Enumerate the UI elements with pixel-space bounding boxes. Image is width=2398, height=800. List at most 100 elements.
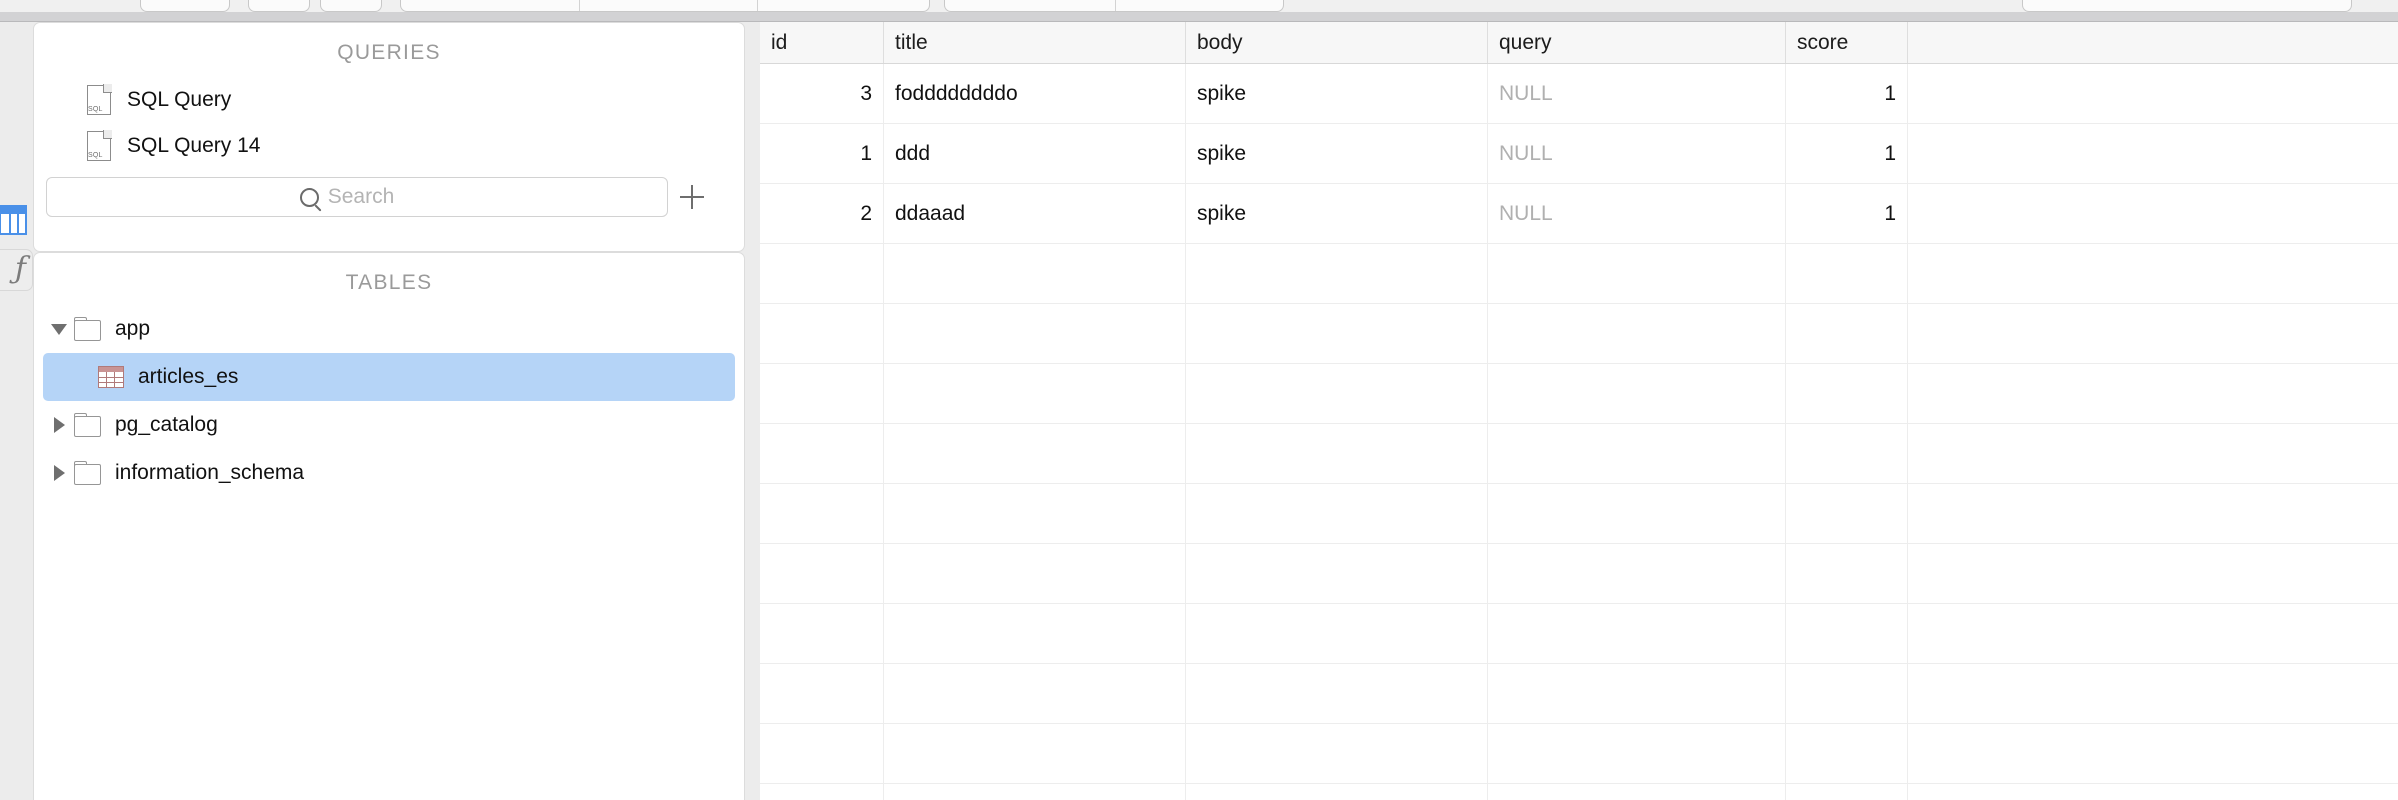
table-row-empty <box>760 784 2398 800</box>
cell-filler <box>1908 664 2398 723</box>
sql-file-icon: SQL <box>87 84 112 115</box>
cell-empty <box>1786 484 1908 543</box>
column-header-filler <box>1908 22 2398 63</box>
cell-empty <box>1186 364 1488 423</box>
cell-query[interactable]: NULL <box>1488 184 1786 243</box>
cell-body[interactable]: spike <box>1186 64 1488 123</box>
chevron-right-icon[interactable] <box>48 465 70 481</box>
column-header-score[interactable]: score <box>1786 22 1908 63</box>
cell-query[interactable]: NULL <box>1488 64 1786 123</box>
add-query-button[interactable] <box>668 177 716 217</box>
cell-filler <box>1908 124 2398 183</box>
cell-empty <box>760 724 884 783</box>
cell-empty <box>884 784 1186 800</box>
cell-empty <box>1488 604 1786 663</box>
sidebar-item-app[interactable]: app <box>34 305 744 353</box>
function-icon[interactable]: ƒ <box>0 249 33 291</box>
cell-empty <box>760 484 884 543</box>
grid-body: 3 foddddddddo spike NULL 1 1 ddd spike NULL 1 2 dda… <box>760 64 2398 800</box>
cell-empty <box>760 424 884 483</box>
table-row[interactable]: 2 ddaaad spike NULL 1 <box>760 184 2398 244</box>
sidebar-item-information-schema[interactable]: information_schema <box>34 449 744 497</box>
cell-empty <box>884 424 1186 483</box>
sql-file-icon-tag: SQL <box>88 152 103 159</box>
cell-filler <box>1908 604 2398 663</box>
chevron-down-icon[interactable] <box>48 323 70 335</box>
table-columns-icon[interactable] <box>0 199 33 241</box>
cell-empty <box>884 604 1186 663</box>
segmented-control-1[interactable] <box>400 0 930 12</box>
cell-title[interactable]: foddddddddo <box>884 64 1186 123</box>
cell-empty <box>760 544 884 603</box>
column-header-query[interactable]: query <box>1488 22 1786 63</box>
cell-filler <box>1908 424 2398 483</box>
table-row-empty <box>760 484 2398 544</box>
cell-query[interactable]: NULL <box>1488 124 1786 183</box>
query-item-label: SQL Query <box>127 88 232 111</box>
cell-title[interactable]: ddaaad <box>884 184 1186 243</box>
cell-score[interactable]: 1 <box>1786 64 1908 123</box>
cell-empty <box>1786 304 1908 363</box>
sql-file-icon: SQL <box>87 130 112 161</box>
folder-icon <box>74 413 101 437</box>
schema-label: information_schema <box>115 461 305 484</box>
toolbar-button-1[interactable] <box>140 0 230 12</box>
table-row-empty <box>760 304 2398 364</box>
cell-empty <box>760 664 884 723</box>
cell-empty <box>1786 664 1908 723</box>
table-row[interactable]: 3 foddddddddo spike NULL 1 <box>760 64 2398 124</box>
cell-score[interactable]: 1 <box>1786 124 1908 183</box>
cell-empty <box>1786 784 1908 800</box>
cell-empty <box>884 364 1186 423</box>
table-row-empty <box>760 364 2398 424</box>
cell-empty <box>1186 304 1488 363</box>
chevron-right-icon[interactable] <box>48 417 70 433</box>
cell-empty <box>760 364 884 423</box>
schema-label: app <box>115 317 151 340</box>
cell-id[interactable]: 1 <box>760 124 884 183</box>
sidebar-item-articles-es[interactable]: articles_es <box>43 353 735 401</box>
cell-id[interactable]: 2 <box>760 184 884 243</box>
cell-empty <box>884 484 1186 543</box>
cell-title[interactable]: ddd <box>884 124 1186 183</box>
cell-empty <box>884 724 1186 783</box>
window-chrome-band <box>0 12 2398 22</box>
cell-empty <box>760 244 884 303</box>
cell-empty <box>1488 244 1786 303</box>
cell-filler <box>1908 364 2398 423</box>
table-icon <box>98 366 124 388</box>
queries-panel-title: QUERIES <box>337 41 441 64</box>
folder-icon <box>74 317 101 341</box>
list-item[interactable]: SQL SQL Query <box>34 77 744 123</box>
toolbar <box>0 0 2398 12</box>
query-item-label: SQL Query 14 <box>127 134 261 157</box>
table-row[interactable]: 1 ddd spike NULL 1 <box>760 124 2398 184</box>
list-item[interactable]: SQL SQL Query 14 <box>34 123 744 169</box>
cell-filler <box>1908 484 2398 543</box>
sidebar-resize-handle[interactable] <box>745 22 760 800</box>
column-header-title[interactable]: title <box>884 22 1186 63</box>
cell-empty <box>1488 424 1786 483</box>
cell-empty <box>760 604 884 663</box>
segmented-control-3[interactable] <box>2022 0 2352 12</box>
column-header-id[interactable]: id <box>760 22 884 63</box>
cell-id[interactable]: 3 <box>760 64 884 123</box>
cell-filler <box>1908 184 2398 243</box>
cell-body[interactable]: spike <box>1186 184 1488 243</box>
column-header-body[interactable]: body <box>1186 22 1488 63</box>
table-row-empty <box>760 544 2398 604</box>
cell-filler <box>1908 244 2398 303</box>
function-glyph: ƒ <box>14 250 26 286</box>
sidebar-item-pg-catalog[interactable]: pg_catalog <box>34 401 744 449</box>
cell-score[interactable]: 1 <box>1786 184 1908 243</box>
cell-body[interactable]: spike <box>1186 124 1488 183</box>
cell-filler <box>1908 304 2398 363</box>
search-placeholder: Search <box>327 185 395 208</box>
toolbar-button-3[interactable] <box>320 0 382 12</box>
search-input[interactable]: Search <box>46 177 668 217</box>
toolbar-button-2[interactable] <box>248 0 310 12</box>
cell-empty <box>1786 424 1908 483</box>
cell-empty <box>1186 424 1488 483</box>
segmented-control-2[interactable] <box>944 0 1284 12</box>
queries-list: SQL SQL Query SQL SQL Query 14 <box>34 65 744 169</box>
